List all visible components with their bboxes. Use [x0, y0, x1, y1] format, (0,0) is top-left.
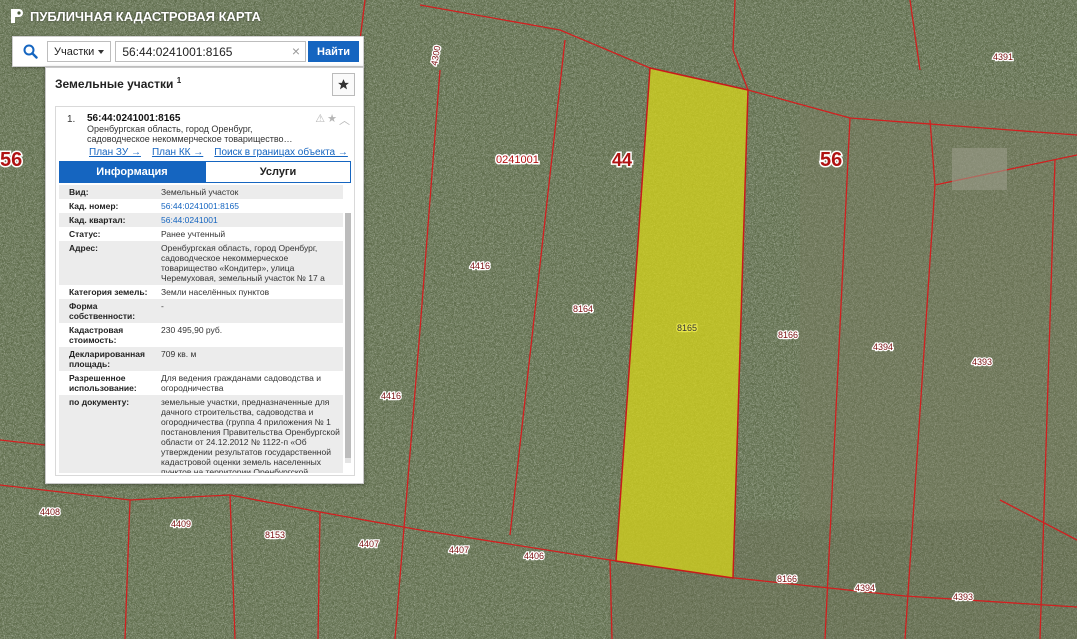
info-table-container: Вид: Земельный участок Кад. номер: 56:44:02…: [59, 185, 351, 473]
app-brand[interactable]: ПУБЛИЧНАЯ КАДАСТРОВАЯ КАРТА: [10, 8, 261, 24]
search-icon[interactable]: [13, 44, 47, 59]
parcel-label: 4416: [470, 261, 490, 271]
info-field-label: по документу:: [59, 395, 155, 473]
parcel-label: 8166: [777, 574, 797, 584]
search-type-label: Участки: [54, 45, 95, 58]
parcel-label: 4408: [40, 507, 60, 517]
info-field-value: Земельный участок: [155, 185, 343, 199]
info-row: Кад. номер: 56:44:0241001:8165: [59, 199, 343, 213]
parcel-label: 4407: [449, 545, 469, 555]
result-links: План ЗУ → План КК → Поиск в границах объ…: [89, 147, 348, 158]
search-query: 56:44:0241001:8165: [122, 44, 233, 59]
parcel-label: 4409: [171, 519, 191, 529]
result-address: Оренбургская область, город Оренбург, са…: [87, 124, 293, 144]
info-row: Кадастровая стоимость: 230 495,90 руб.: [59, 323, 343, 347]
results-count: 1: [176, 76, 182, 85]
info-field-label: Вид:: [59, 185, 155, 199]
warning-icon[interactable]: ⚠: [315, 112, 325, 128]
info-row: Кад. квартал: 56:44:0241001: [59, 213, 343, 227]
chevron-down-icon: [98, 49, 105, 54]
info-row: по документу: земельные участки, предназн…: [59, 395, 343, 473]
info-field-label: Форма собственности:: [59, 299, 155, 323]
info-field-label: Статус:: [59, 227, 155, 241]
info-table: Вид: Земельный участок Кад. номер: 56:44:02…: [59, 185, 343, 473]
tab-info[interactable]: Информация: [59, 161, 205, 183]
search-input[interactable]: 56:44:0241001:8165 ×: [115, 41, 307, 62]
info-row: Декларированная площадь: 709 кв. м: [59, 347, 343, 371]
link-plan-zu[interactable]: План ЗУ →: [89, 147, 141, 158]
chevron-up-icon[interactable]: ︿: [339, 112, 350, 128]
parcel-label-selected: 8165: [677, 323, 697, 333]
favorites-button[interactable]: [332, 73, 355, 96]
info-field-value: -: [155, 299, 343, 323]
info-field-value: 709 кв. м: [155, 347, 343, 371]
info-field-value: земельные участки, предназначенные для д…: [155, 395, 343, 473]
info-field-value: 230 495,90 руб.: [155, 323, 343, 347]
app-title: ПУБЛИЧНАЯ КАДАСТРОВАЯ КАРТА: [30, 8, 261, 24]
info-row: Адрес: Оренбургская область, город Оренбу…: [59, 241, 343, 285]
info-field-value: Земли населённых пунктов: [155, 285, 343, 299]
scrollbar-thumb[interactable]: [345, 213, 351, 458]
quarter-label-0241001: 0241001: [496, 154, 539, 166]
parcel-label: 4407: [359, 539, 379, 549]
info-scrollbar[interactable]: [345, 213, 351, 463]
parcel-label: 8153: [265, 530, 285, 540]
star-icon[interactable]: ★: [327, 112, 337, 128]
clear-icon[interactable]: ×: [292, 43, 300, 59]
info-field-label: Декларированная площадь:: [59, 347, 155, 371]
info-field-label: Адрес:: [59, 241, 155, 285]
parcel-label: 4394: [873, 342, 893, 352]
info-field-value[interactable]: 56:44:0241001:8165: [155, 199, 343, 213]
region-label-56-right: 56: [820, 149, 842, 171]
info-row: Вид: Земельный участок: [59, 185, 343, 199]
parcel-label: 4393: [953, 592, 973, 602]
region-label-56-left: 56: [0, 149, 22, 171]
star-icon: [338, 79, 349, 90]
info-field-label: Кад. квартал:: [59, 213, 155, 227]
info-field-value: Для ведения гражданами садоводства и ого…: [155, 371, 343, 395]
info-field-label: Категория земель:: [59, 285, 155, 299]
result-card: 1. 56:44:0241001:8165 Оренбургская облас…: [55, 106, 355, 476]
info-field-label: Кадастровая стоимость:: [59, 323, 155, 347]
result-cad-number[interactable]: 56:44:0241001:8165: [87, 113, 180, 124]
info-field-label: Кад. номер:: [59, 199, 155, 213]
parcel-label: 4416: [381, 391, 401, 401]
link-plan-kk[interactable]: План КК →: [152, 147, 203, 158]
info-row: Категория земель: Земли населённых пункто…: [59, 285, 343, 299]
tab-services[interactable]: Услуги: [205, 161, 351, 183]
info-row: Разрешенное использование: Для ведения гр…: [59, 371, 343, 395]
info-field-value: Оренбургская область, город Оренбург, са…: [155, 241, 343, 285]
search-bar: Участки 56:44:0241001:8165 × Найти: [12, 36, 364, 67]
info-field-value[interactable]: 56:44:0241001: [155, 213, 343, 227]
rosreestr-logo-icon: [11, 9, 23, 23]
info-field-label: Разрешенное использование:: [59, 371, 155, 395]
info-row: Статус: Ранее учтенный: [59, 227, 343, 241]
parcel-label: 4391: [993, 52, 1013, 62]
parcel-label: 8166: [778, 330, 798, 340]
building-structure: [952, 148, 1007, 190]
parcel-label: 4406: [524, 551, 544, 561]
panel-title: Земельные участки 1: [55, 76, 182, 91]
search-type-select[interactable]: Участки: [47, 41, 112, 62]
parcel-label: 8164: [573, 304, 593, 314]
region-label-44: 44: [612, 150, 632, 170]
result-tabs: Информация Услуги: [59, 161, 351, 183]
result-index: 1.: [67, 114, 76, 125]
link-search-in-bounds[interactable]: Поиск в границах объекта →: [214, 147, 348, 158]
result-actions: ⚠ ★ ︿: [315, 112, 350, 128]
info-row: Форма собственности: -: [59, 299, 343, 323]
info-field-value: Ранее учтенный: [155, 227, 343, 241]
parcel-label: 4394: [855, 583, 875, 593]
results-panel: Земельные участки 1 1. 56:44:0241001:816…: [45, 67, 364, 484]
search-button[interactable]: Найти: [308, 41, 359, 62]
parcel-label: 4393: [972, 357, 992, 367]
